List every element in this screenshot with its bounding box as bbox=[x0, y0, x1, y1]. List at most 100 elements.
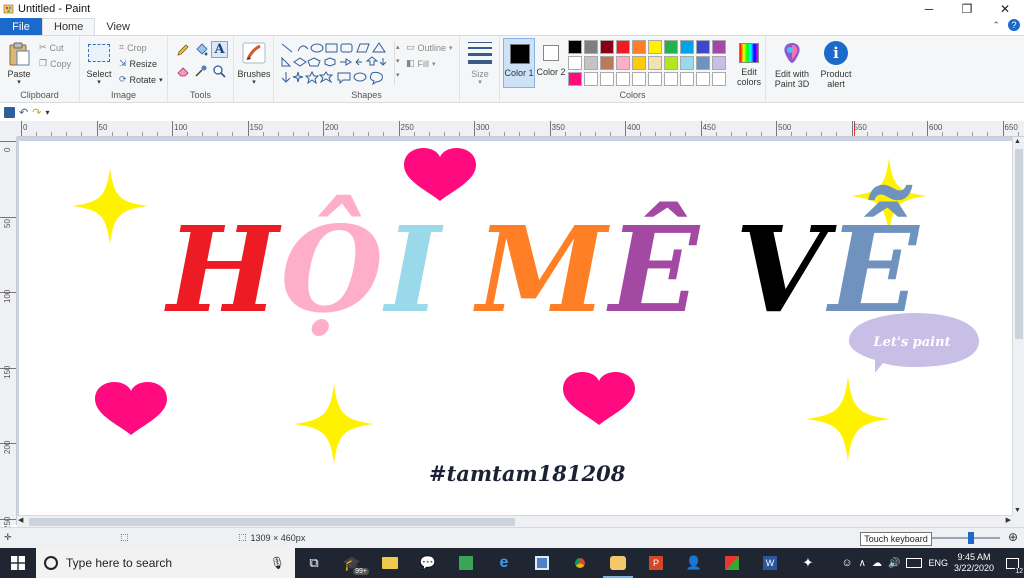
minimize-button[interactable]: ─ bbox=[910, 0, 948, 18]
customize-qat-icon[interactable]: ▾ bbox=[45, 108, 49, 117]
microphone-icon[interactable]: 🎙 bbox=[270, 556, 285, 570]
palette-swatch[interactable] bbox=[664, 72, 678, 86]
palette-swatch[interactable] bbox=[600, 56, 614, 70]
taskbar-edge[interactable]: e bbox=[485, 548, 523, 578]
paste-dropdown-icon[interactable]: ▾ bbox=[4, 78, 34, 88]
scroll-up-icon[interactable]: ▲ bbox=[1014, 138, 1021, 145]
scroll-down-icon[interactable]: ▼ bbox=[1014, 507, 1021, 514]
color-picker-icon[interactable] bbox=[194, 64, 208, 78]
brushes-group[interactable]: Brushes ▾ bbox=[234, 36, 274, 102]
taskbar-app-chat[interactable]: 💬 bbox=[409, 548, 447, 578]
clock[interactable]: 9:45 AM 3/22/2020 bbox=[954, 552, 994, 574]
taskbar-powerpoint[interactable]: P bbox=[637, 548, 675, 578]
zoom-in-icon[interactable]: ⊕ bbox=[1008, 530, 1018, 544]
palette-swatch[interactable] bbox=[712, 56, 726, 70]
cut-button[interactable]: ✂ Cut bbox=[39, 42, 64, 53]
palette-swatch[interactable] bbox=[664, 40, 678, 54]
taskbar-app-graduation[interactable]: 🎓 99+ bbox=[333, 548, 371, 578]
palette-swatch[interactable] bbox=[712, 72, 726, 86]
palette-swatch[interactable] bbox=[568, 56, 582, 70]
palette-swatch[interactable] bbox=[680, 56, 694, 70]
color1-button[interactable]: Color 1 bbox=[503, 38, 535, 88]
palette-swatch[interactable] bbox=[680, 72, 694, 86]
copy-button[interactable]: ❐ Copy bbox=[39, 58, 71, 69]
color2-button[interactable]: Color 2 bbox=[536, 38, 566, 88]
palette-swatch[interactable] bbox=[600, 72, 614, 86]
task-view-button[interactable]: ⧉ bbox=[295, 548, 333, 578]
input-language[interactable]: ENG bbox=[928, 558, 948, 568]
action-center-button[interactable]: 12 bbox=[1000, 548, 1024, 578]
shapes-gallery[interactable] bbox=[280, 41, 392, 87]
vertical-scroll-thumb[interactable] bbox=[1015, 149, 1023, 339]
collapse-ribbon-icon[interactable]: ⌃ bbox=[992, 20, 1000, 31]
eraser-icon[interactable] bbox=[176, 64, 190, 78]
palette-swatch[interactable] bbox=[568, 40, 582, 54]
undo-icon[interactable]: ↶ bbox=[19, 106, 28, 119]
scroll-left-icon[interactable]: ◀ bbox=[18, 516, 23, 524]
taskbar-word[interactable]: W bbox=[751, 548, 789, 578]
show-hidden-icons[interactable]: ∧ bbox=[859, 558, 866, 569]
palette-swatch[interactable] bbox=[696, 72, 710, 86]
palette-swatch[interactable] bbox=[568, 72, 582, 86]
palette-swatch[interactable] bbox=[616, 72, 630, 86]
palette-swatch[interactable] bbox=[584, 40, 598, 54]
vertical-scrollbar[interactable]: ▲ ▼ bbox=[1012, 137, 1024, 515]
rotate-button[interactable]: ⟳ Rotate ▾ bbox=[119, 74, 163, 85]
paste-button[interactable]: Paste ▾ bbox=[4, 40, 34, 86]
palette-swatch[interactable] bbox=[696, 40, 710, 54]
taskbar-app-store[interactable] bbox=[713, 548, 751, 578]
text-tool-icon[interactable]: A bbox=[211, 41, 228, 58]
pencil-icon[interactable] bbox=[176, 43, 190, 57]
redo-icon[interactable]: ↷ bbox=[32, 106, 41, 119]
horizontal-scrollbar[interactable]: ◀ ▶ bbox=[17, 515, 1012, 527]
palette-swatch[interactable] bbox=[648, 40, 662, 54]
taskbar-app-chart[interactable] bbox=[447, 548, 485, 578]
save-icon[interactable] bbox=[4, 106, 15, 118]
palette-swatch[interactable] bbox=[616, 56, 630, 70]
taskbar-app-user[interactable]: 👤 bbox=[675, 548, 713, 578]
touch-keyboard-icon[interactable] bbox=[906, 558, 923, 568]
onedrive-icon[interactable]: ☁ bbox=[872, 558, 882, 569]
resize-button[interactable]: ⇲ Resize bbox=[119, 58, 157, 69]
fill-button[interactable]: ◧ Fill ▾ bbox=[406, 58, 436, 69]
palette-swatch[interactable] bbox=[680, 40, 694, 54]
palette-swatch[interactable] bbox=[696, 56, 710, 70]
edit-paint3d-button[interactable]: Edit with Paint 3D bbox=[768, 36, 816, 102]
close-button[interactable]: ✕ bbox=[986, 0, 1024, 18]
horizontal-scroll-thumb[interactable] bbox=[29, 518, 515, 526]
palette-swatch[interactable] bbox=[648, 56, 662, 70]
taskbar-file-explorer[interactable] bbox=[371, 548, 409, 578]
fill-bucket-icon[interactable] bbox=[194, 43, 208, 57]
tab-view[interactable]: View bbox=[95, 18, 141, 35]
size-button[interactable]: Size ▾ bbox=[460, 36, 500, 102]
palette-swatch[interactable] bbox=[632, 72, 646, 86]
palette-swatch[interactable] bbox=[664, 56, 678, 70]
palette-swatch[interactable] bbox=[632, 56, 646, 70]
magnifier-icon[interactable] bbox=[212, 64, 226, 78]
zoom-slider-thumb[interactable] bbox=[968, 532, 974, 544]
help-icon[interactable]: ? bbox=[1008, 19, 1020, 31]
tab-home[interactable]: Home bbox=[42, 18, 96, 35]
drawing-canvas[interactable]: Let's paint HỘI MÊ VỄ #tamtam181208 bbox=[19, 141, 1012, 515]
shapes-scroll[interactable]: ▴ ▾ ▾ bbox=[394, 41, 402, 85]
select-dropdown-icon[interactable]: ▾ bbox=[84, 78, 114, 88]
palette-swatch[interactable] bbox=[584, 72, 598, 86]
palette-swatch[interactable] bbox=[584, 56, 598, 70]
outline-button[interactable]: ▭ Outline ▾ bbox=[406, 42, 453, 53]
product-alert-button[interactable]: i Product alert bbox=[816, 36, 856, 102]
people-icon[interactable]: ☺ bbox=[841, 557, 852, 569]
volume-icon[interactable]: 🔊 bbox=[888, 558, 900, 569]
brushes-dropdown-icon[interactable]: ▾ bbox=[234, 78, 274, 88]
select-button[interactable]: Select ▾ bbox=[84, 40, 114, 86]
palette-swatch[interactable] bbox=[600, 40, 614, 54]
crop-button[interactable]: ⌗ Crop bbox=[119, 42, 147, 53]
palette-swatch[interactable] bbox=[648, 72, 662, 86]
maximize-button[interactable]: ❐ bbox=[948, 0, 986, 18]
taskbar-chrome[interactable] bbox=[561, 548, 599, 578]
taskbar-search[interactable]: Type here to search 🎙 bbox=[36, 548, 295, 578]
scroll-right-icon[interactable]: ▶ bbox=[1006, 516, 1011, 524]
palette-swatch[interactable] bbox=[712, 40, 726, 54]
edit-colors-button[interactable]: Edit colors bbox=[734, 38, 764, 88]
taskbar-app-misc[interactable]: ✦ bbox=[789, 548, 827, 578]
taskbar-app-save[interactable] bbox=[523, 548, 561, 578]
